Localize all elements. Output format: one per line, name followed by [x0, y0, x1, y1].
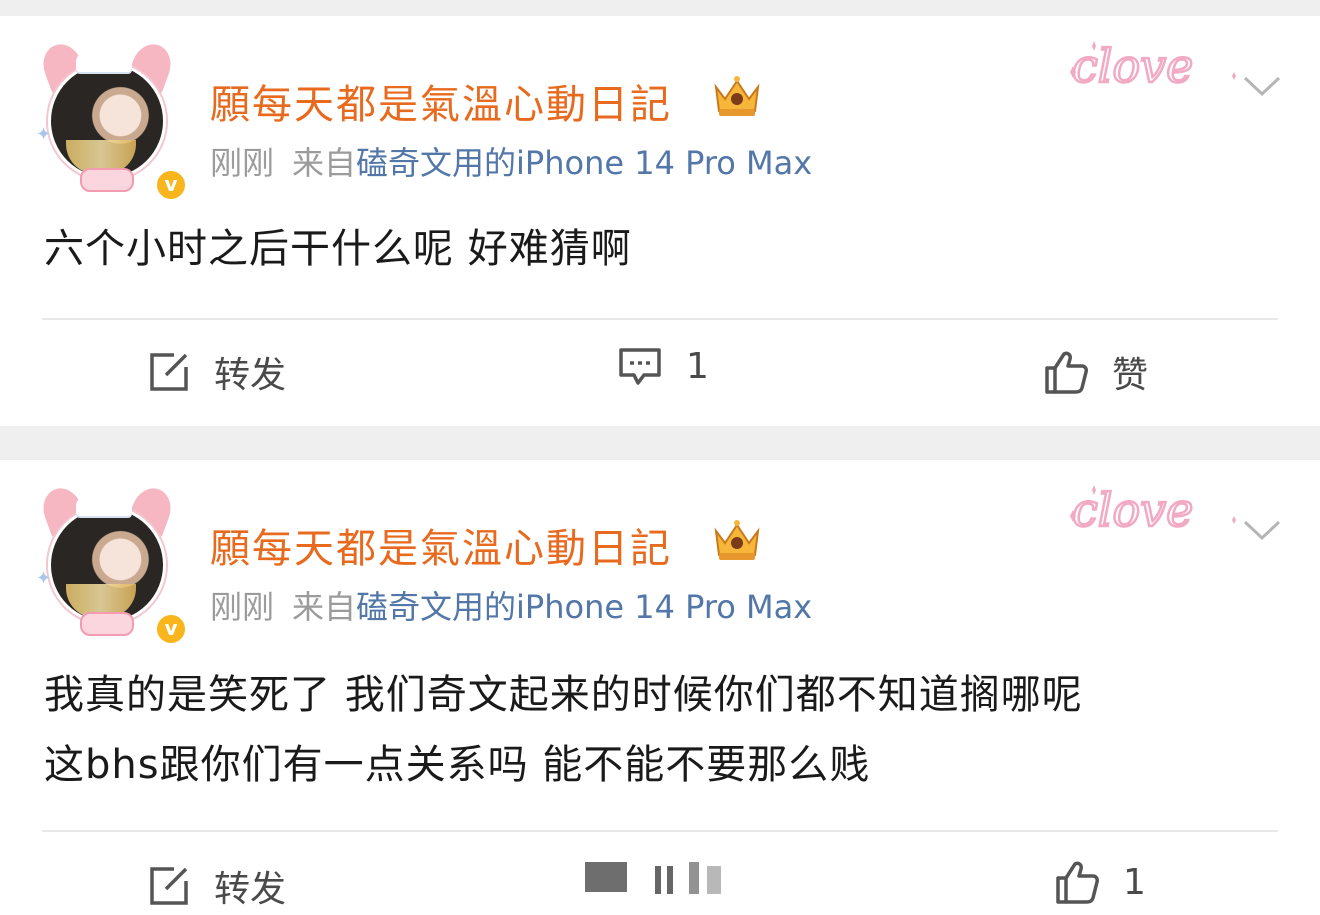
device-source-link[interactable]: 磕奇文用的iPhone 14 Pro Max	[356, 588, 812, 626]
chevron-down-icon[interactable]	[1242, 74, 1282, 98]
clove-sticker: clove	[1070, 482, 1236, 538]
clove-sticker: clove	[1070, 38, 1236, 94]
vip-crown-icon[interactable]	[710, 517, 764, 563]
like-button[interactable]: 赞	[1044, 346, 1148, 398]
post-time: 刚刚	[210, 588, 275, 626]
post-time: 刚刚	[210, 144, 275, 182]
post-meta: 刚刚 来自磕奇文用的iPhone 14 Pro Max	[210, 138, 812, 184]
feed-post: ✦ v 願每天都是氣溫心動日記 刚刚 来自磕奇文用的iPhone 14 Pro M…	[0, 460, 1320, 915]
comment-count: 1	[686, 346, 709, 387]
repost-label: 转发	[214, 869, 287, 910]
comment-button[interactable]	[585, 860, 759, 896]
svg-text:clove: clove	[1072, 39, 1193, 93]
comment-button[interactable]: 1	[618, 346, 709, 387]
verified-icon: v	[154, 612, 188, 646]
post-content-line: 六个小时之后干什么呢 好难猜啊	[44, 226, 632, 272]
avatar-bow	[80, 168, 134, 192]
post-content-line: 我真的是笑死了 我们奇文起来的时候你们都不知道搁哪呢	[44, 672, 1083, 718]
device-source-link[interactable]: 磕奇文用的iPhone 14 Pro Max	[356, 144, 812, 182]
vip-crown-icon[interactable]	[710, 73, 764, 119]
share-icon	[150, 867, 188, 905]
post-content: 我真的是笑死了 我们奇文起来的时候你们都不知道搁哪呢 这bhs跟你们有一点关系吗…	[44, 660, 1083, 800]
avatar-cap	[76, 496, 132, 516]
like-label: 赞	[1112, 355, 1149, 396]
share-icon	[150, 353, 188, 391]
like-button[interactable]: 1	[1055, 860, 1146, 904]
thumbs-up-icon	[1045, 351, 1088, 394]
comment-icon	[619, 347, 661, 385]
post-content: 六个小时之后干什么呢 好难猜啊	[44, 214, 632, 284]
thumbs-up-icon	[1056, 861, 1099, 904]
repost-label: 转发	[214, 355, 287, 396]
avatar-bow	[80, 612, 134, 636]
divider	[42, 318, 1278, 320]
comment-icon	[585, 862, 721, 894]
divider	[42, 830, 1278, 832]
source-prefix: 来自	[292, 144, 357, 182]
sparkle-icon: ✦	[36, 124, 52, 145]
avatar-cap	[76, 52, 132, 72]
sparkle-icon: ✦	[36, 568, 52, 589]
repost-button[interactable]: 转发	[148, 860, 286, 912]
feed-post: ✦ v 願每天都是氣溫心動日記 刚刚 来自磕奇文用的iPhone 14 Pro M…	[0, 16, 1320, 426]
repost-button[interactable]: 转发	[148, 346, 286, 398]
post-content-line: 这bhs跟你们有一点关系吗 能不能不要那么贱	[44, 742, 871, 788]
verified-icon: v	[154, 168, 188, 202]
username[interactable]: 願每天都是氣溫心動日記	[210, 516, 672, 574]
svg-text:clove: clove	[1072, 483, 1193, 537]
source-prefix: 来自	[292, 588, 357, 626]
username[interactable]: 願每天都是氣溫心動日記	[210, 72, 672, 130]
like-count: 1	[1123, 861, 1146, 903]
avatar[interactable]: ✦ v	[32, 33, 188, 202]
chevron-down-icon[interactable]	[1242, 518, 1282, 542]
avatar[interactable]: ✦ v	[32, 477, 188, 646]
post-meta: 刚刚 来自磕奇文用的iPhone 14 Pro Max	[210, 582, 812, 628]
